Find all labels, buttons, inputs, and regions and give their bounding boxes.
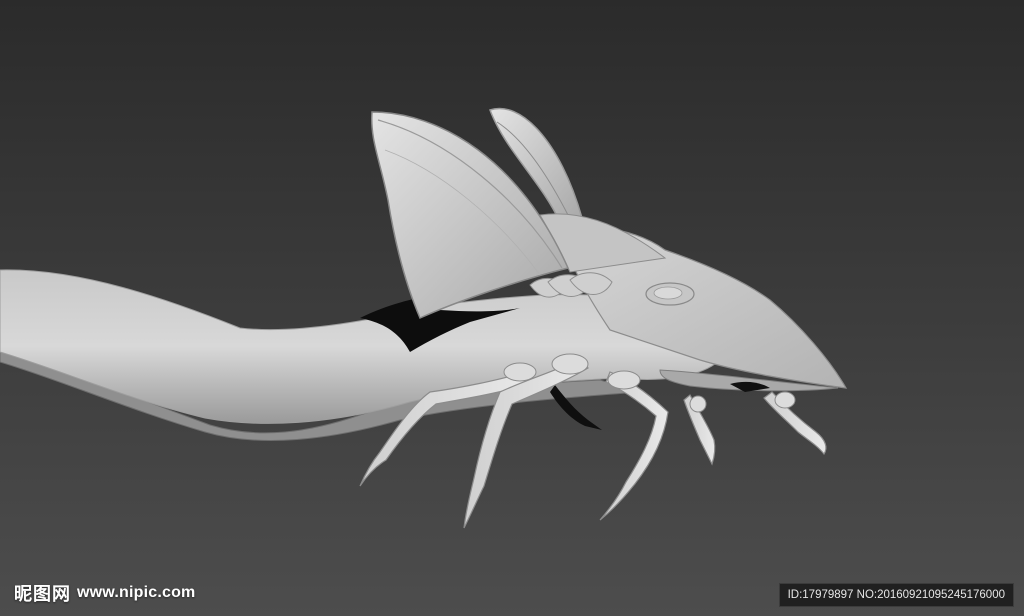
render-viewport: 昵图网 www.nipic.com ID:17979897 NO:2016092… (0, 0, 1024, 616)
site-logo: 昵图网 www.nipic.com (14, 580, 195, 606)
logo-url: www.nipic.com (77, 584, 196, 601)
gill-ridges (529, 272, 613, 298)
image-id-badge: ID:17979897 NO:20160921095245176000 (778, 583, 1014, 607)
creature-render (0, 107, 848, 529)
logo-chinese: 昵图网 (14, 584, 71, 605)
